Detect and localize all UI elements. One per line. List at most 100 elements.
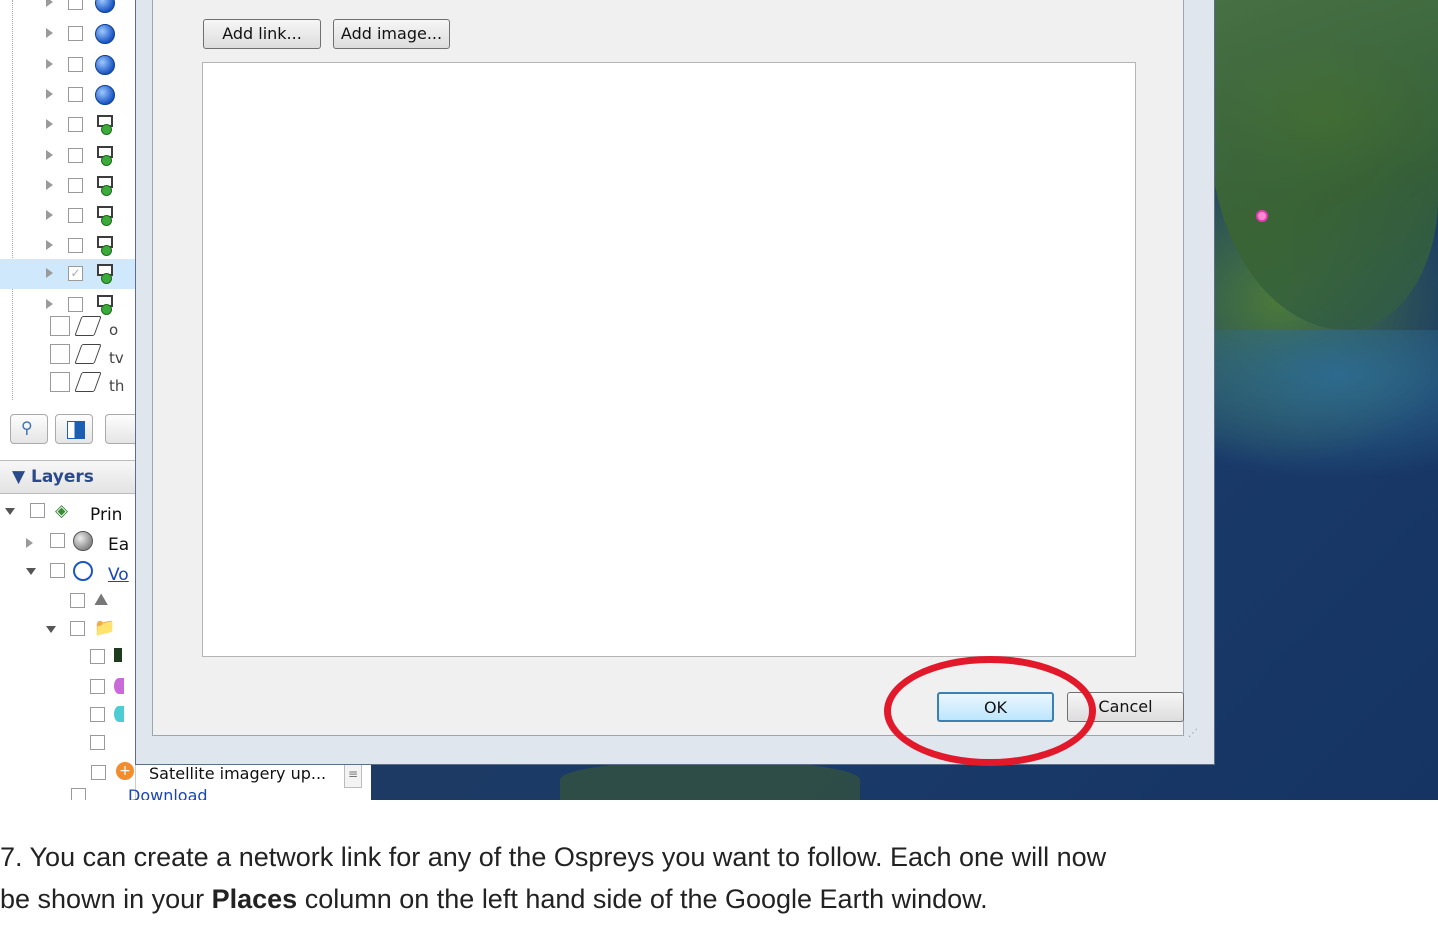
tree-row[interactable] — [0, 50, 135, 80]
checkbox[interactable] — [68, 148, 83, 163]
expand-icon[interactable] — [46, 299, 53, 309]
layer-label: Ea — [108, 535, 130, 555]
checkbox[interactable] — [68, 178, 83, 193]
checkbox[interactable] — [91, 765, 106, 780]
layer-icon — [114, 678, 124, 694]
network-link-icon — [95, 176, 115, 196]
caption-line-2-suffix: column on the left hand side of the Goog… — [297, 884, 988, 914]
checkbox[interactable] — [50, 372, 70, 392]
globe-icon — [73, 561, 93, 581]
globe-icon — [95, 24, 115, 44]
expand-icon[interactable] — [46, 89, 53, 99]
network-link-icon — [95, 206, 115, 226]
checkbox[interactable] — [50, 316, 70, 336]
add-link-button[interactable]: Add link... — [203, 19, 321, 49]
map-placemark-icon[interactable] — [1256, 210, 1268, 222]
collapse-icon[interactable] — [5, 508, 15, 515]
checkbox[interactable] — [50, 344, 70, 364]
checkbox[interactable] — [68, 26, 83, 41]
checkbox[interactable] — [68, 117, 83, 132]
network-link-icon — [95, 264, 115, 284]
panel-toggle-button[interactable] — [55, 414, 93, 444]
checkbox[interactable] — [68, 297, 83, 312]
expand-icon[interactable] — [46, 180, 53, 190]
collapse-icon[interactable] — [26, 568, 36, 575]
layer-row[interactable] — [0, 676, 135, 706]
download-link[interactable]: Download — [128, 788, 208, 801]
expand-icon[interactable] — [26, 538, 33, 548]
map-landmass-south — [560, 760, 860, 800]
checkbox[interactable] — [70, 621, 85, 636]
tree-row[interactable] — [0, 141, 135, 171]
layer-row[interactable]: ◈ Prin — [0, 500, 135, 530]
checkbox[interactable] — [68, 87, 83, 102]
checkbox[interactable] — [90, 707, 105, 722]
checkbox[interactable] — [90, 735, 105, 750]
network-link-icon — [95, 115, 115, 135]
expand-icon[interactable] — [46, 28, 53, 38]
checkbox[interactable] — [71, 788, 86, 800]
tree-row[interactable]: o — [0, 316, 135, 346]
layer-row[interactable] — [0, 732, 135, 762]
checkbox[interactable] — [68, 238, 83, 253]
layer-row[interactable]: ⛰ — [0, 590, 135, 620]
toolbar-button[interactable] — [105, 414, 135, 444]
layer-row[interactable]: 📁 — [0, 618, 135, 648]
checkbox[interactable] — [50, 533, 65, 548]
layer-row[interactable] — [0, 704, 135, 734]
expand-icon[interactable] — [46, 59, 53, 69]
globe-icon — [95, 0, 115, 13]
caption-places-bold: Places — [211, 884, 298, 914]
checkbox[interactable] — [50, 563, 65, 578]
satellite-imagery-label[interactable]: Satellite imagery up... — [149, 764, 326, 783]
layer-row[interactable] — [0, 646, 135, 676]
tree-row[interactable] — [0, 201, 135, 231]
scrollbar-thumb[interactable]: ≡ — [344, 762, 362, 788]
building-icon: ⛰ — [94, 590, 109, 610]
expand-icon[interactable] — [46, 210, 53, 220]
layers-icon: ◈ — [55, 501, 69, 521]
layer-row[interactable]: Ea — [0, 530, 135, 560]
expand-icon[interactable] — [46, 240, 53, 250]
tree-row[interactable]: th — [0, 372, 135, 402]
expand-icon[interactable] — [46, 119, 53, 129]
expand-icon[interactable] — [46, 268, 53, 278]
tree-row[interactable] — [0, 19, 135, 49]
resize-grip-icon[interactable]: ⋰ — [1188, 728, 1198, 739]
expand-icon[interactable] — [46, 0, 53, 7]
globe-icon — [95, 55, 115, 75]
tree-row[interactable] — [0, 110, 135, 140]
search-icon: ⚲ — [21, 418, 33, 437]
checkbox-checked[interactable]: ✓ — [68, 266, 83, 281]
checkbox[interactable] — [90, 679, 105, 694]
layer-link[interactable]: Vo — [108, 565, 129, 585]
tree-row[interactable] — [0, 231, 135, 261]
tree-row[interactable] — [0, 0, 135, 18]
layer-row[interactable]: Vo — [0, 560, 135, 590]
place-label: th — [109, 377, 125, 395]
network-link-icon — [95, 236, 115, 256]
add-image-button[interactable]: Add image... — [333, 19, 450, 49]
checkbox[interactable] — [30, 503, 45, 518]
layers-title: ▼ Layers — [12, 467, 94, 487]
checkbox[interactable] — [68, 208, 83, 223]
tree-row[interactable] — [0, 80, 135, 110]
checkbox[interactable] — [68, 57, 83, 72]
tree-row[interactable] — [0, 171, 135, 201]
description-textarea[interactable] — [202, 62, 1136, 657]
search-button[interactable]: ⚲ — [10, 414, 48, 444]
collapse-icon[interactable] — [46, 626, 56, 633]
place-label: o — [109, 321, 119, 339]
tree-row-selected[interactable]: ✓ — [0, 259, 135, 289]
place-label: tv — [109, 349, 124, 367]
instruction-caption: 7. You can create a network link for any… — [0, 836, 1438, 920]
polygon-icon — [74, 316, 102, 336]
checkbox[interactable] — [70, 593, 85, 608]
polygon-icon — [74, 344, 102, 364]
screenshot: ✓ o tv th ⚲ ▼ Layers ◈ Prin Ea Vo ⛰ 📁 + … — [0, 0, 1438, 800]
layers-header[interactable]: ▼ Layers — [0, 460, 135, 494]
checkbox[interactable] — [68, 0, 83, 10]
tree-row[interactable]: tv — [0, 344, 135, 374]
checkbox[interactable] — [90, 649, 105, 664]
expand-icon[interactable] — [46, 150, 53, 160]
